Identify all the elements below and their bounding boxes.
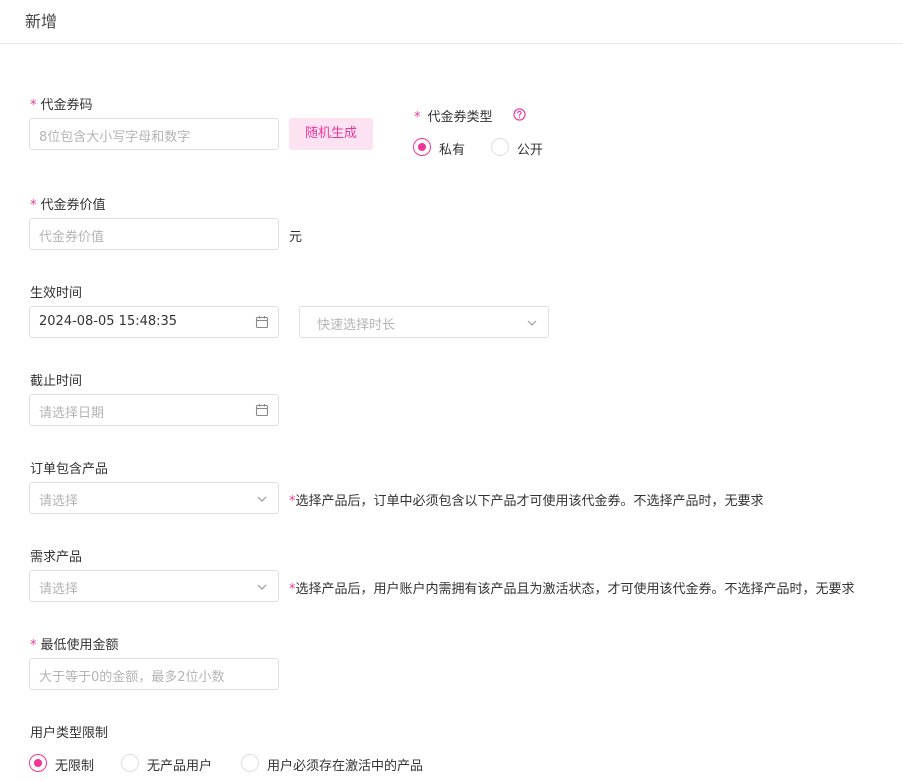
order-products-hint: *选择产品后，订单中必须包含以下产品才可使用该代金券。不选择产品时，无要求 (289, 490, 764, 509)
value-label-text: 代金券价值 (40, 198, 106, 213)
required-products-label: 需求产品 (30, 550, 83, 565)
type-radio-public[interactable] (491, 138, 509, 156)
type-option-public[interactable]: 公开 (517, 139, 543, 158)
value-unit: 元 (289, 230, 303, 245)
start-date-input[interactable]: 2024-08-05 15:48:35 (29, 306, 279, 338)
min-amount-input[interactable]: 大于等于0的金额，最多2位小数 (29, 658, 279, 690)
chevron-down-icon (527, 320, 537, 326)
end-label: 截止时间 (30, 374, 83, 389)
calendar-icon (255, 404, 269, 417)
order-products-select[interactable]: 请选择 (29, 482, 279, 514)
order-products-label: 订单包含产品 (30, 462, 109, 477)
type-radio-private[interactable] (413, 138, 431, 156)
quick-duration-placeholder: 快速选择时长 (317, 318, 396, 333)
end-date-placeholder: 请选择日期 (39, 406, 105, 421)
user-type-radio-unlimited[interactable] (29, 754, 47, 772)
required-products-placeholder: 请选择 (39, 582, 79, 597)
type-label-text: 代金券类型 (427, 110, 493, 125)
required-products-hint: *选择产品后，用户账户内需拥有该产品且为激活状态，才可使用该代金券。不选择产品时… (289, 578, 903, 597)
chevron-down-icon (257, 496, 267, 502)
user-type-option-active-product[interactable]: 用户必须存在激活中的产品 (267, 755, 423, 774)
start-label: 生效时间 (30, 286, 83, 301)
value-input[interactable]: 代金券价值 (29, 218, 279, 250)
code-label-text: 代金券码 (40, 98, 93, 113)
quick-duration-select[interactable]: 快速选择时长 (299, 306, 549, 338)
start-date-value: 2024-08-05 15:48:35 (39, 314, 178, 329)
page-header: 新增 (0, 0, 903, 44)
order-products-hint-text: 选择产品后，订单中必须包含以下产品才可使用该代金券。不选择产品时，无要求 (295, 494, 764, 509)
chevron-down-icon (257, 584, 267, 590)
user-type-option-no-product[interactable]: 无产品用户 (147, 755, 212, 774)
random-generate-button[interactable]: 随机生成 (289, 118, 373, 150)
type-option-private[interactable]: 私有 (439, 139, 465, 158)
user-type-radio-active-product[interactable] (241, 754, 259, 772)
min-amount-placeholder: 大于等于0的金额，最多2位小数 (39, 670, 225, 685)
required-mark: * (30, 638, 37, 653)
help-circle-icon[interactable] (513, 108, 526, 121)
required-products-hint-text: 选择产品后，用户账户内需拥有该产品且为激活状态，才可使用该代金券。不选择产品时，… (295, 582, 855, 597)
code-label: * 代金券码 (30, 94, 93, 113)
calendar-icon (255, 316, 269, 329)
user-type-option-unlimited[interactable]: 无限制 (55, 755, 94, 774)
required-mark: * (30, 198, 37, 213)
order-products-placeholder: 请选择 (39, 494, 79, 509)
type-label: * 代金券类型 (414, 106, 493, 125)
required-products-select[interactable]: 请选择 (29, 570, 279, 602)
page-title: 新增 (25, 12, 58, 31)
min-amount-label-text: 最低使用金额 (40, 638, 119, 653)
value-label: * 代金券价值 (30, 194, 106, 213)
min-amount-label: * 最低使用金额 (30, 634, 119, 653)
end-date-input[interactable]: 请选择日期 (29, 394, 279, 426)
user-type-label: 用户类型限制 (30, 726, 109, 741)
required-mark: * (30, 98, 37, 113)
code-placeholder: 8位包含大小写字母和数字 (39, 130, 191, 145)
user-type-radio-no-product[interactable] (121, 754, 139, 772)
value-placeholder: 代金券价值 (39, 230, 105, 245)
code-input[interactable]: 8位包含大小写字母和数字 (29, 118, 279, 150)
required-mark: * (414, 110, 421, 125)
